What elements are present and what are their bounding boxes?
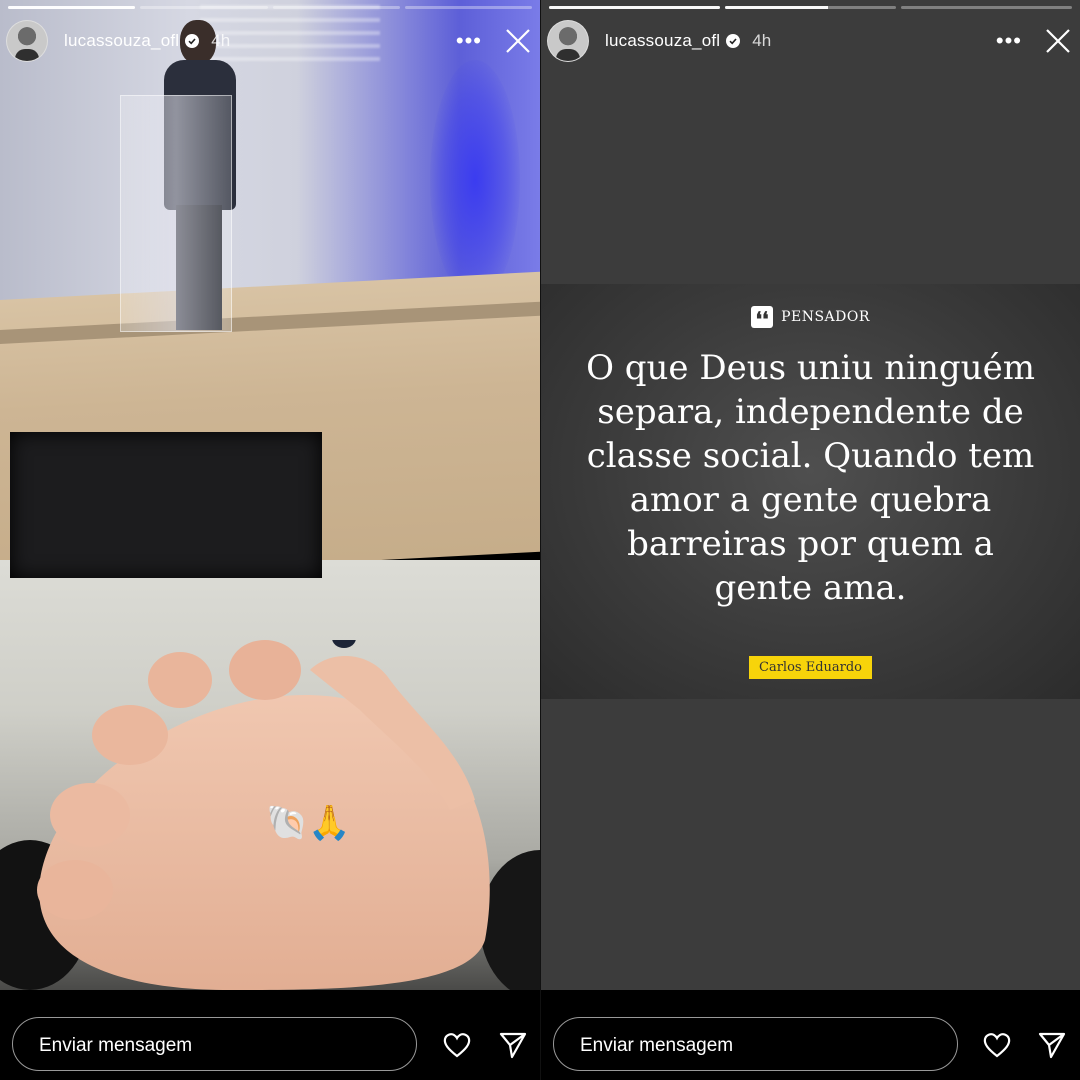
quote-line: O que Deus uniu ninguém — [586, 348, 1035, 388]
post-time: 4h — [752, 31, 772, 50]
progress-segment — [272, 6, 400, 9]
progress-segment — [725, 6, 896, 9]
speaker-box — [10, 432, 322, 578]
avatar[interactable] — [6, 20, 48, 62]
story-header: lucassouza_ofl 4h ••• — [547, 18, 1072, 64]
progress-fill — [8, 6, 136, 9]
message-input[interactable]: Enviar mensagem — [553, 1017, 958, 1071]
quote-line: separa, independente de — [597, 392, 1024, 432]
message-placeholder: Enviar mensagem — [580, 1035, 734, 1056]
quote-line: amor a gente quebra — [629, 480, 992, 520]
avatar[interactable] — [547, 20, 589, 62]
heart-icon[interactable] — [442, 1030, 472, 1060]
progress-segment — [140, 6, 268, 9]
quote-line: gente ama. — [714, 568, 907, 608]
progress-segment — [549, 6, 720, 9]
story-footer: Enviar mensagem — [541, 990, 1080, 1080]
username[interactable]: lucassouza_ofl — [605, 31, 720, 51]
more-options-icon[interactable]: ••• — [996, 30, 1022, 52]
quote-author: Carlos Eduardo — [749, 656, 872, 679]
quote-card: ❛❛ PENSADOR O que Deus uniu ninguém sepa… — [541, 284, 1080, 699]
heart-icon[interactable] — [982, 1030, 1012, 1060]
sticker-emojis[interactable]: 🐚🙏 — [266, 806, 351, 840]
verified-badge-icon — [726, 34, 741, 48]
post-time: 4h — [211, 31, 231, 50]
progress-segment — [901, 6, 1072, 9]
story-right[interactable]: ❛❛ PENSADOR O que Deus uniu ninguém sepa… — [541, 0, 1080, 1080]
brand-name: PENSADOR — [781, 309, 870, 325]
blue-light — [430, 60, 520, 300]
quote-brand: ❛❛ PENSADOR — [541, 306, 1080, 328]
send-icon[interactable] — [498, 1030, 528, 1060]
quote-line: classe social. Quando tem — [586, 436, 1035, 476]
close-icon[interactable] — [1044, 27, 1072, 55]
story-progress — [549, 6, 1072, 9]
story-photo: 🐚🙏 — [0, 0, 540, 1000]
message-placeholder: Enviar mensagem — [39, 1035, 193, 1056]
progress-segment — [404, 6, 532, 9]
send-icon[interactable] — [1037, 1030, 1067, 1060]
quote-text: O que Deus uniu ninguém separa, independ… — [541, 346, 1080, 610]
story-footer: Enviar mensagem — [0, 990, 540, 1080]
pulpit — [120, 95, 232, 332]
verified-badge-icon — [185, 34, 200, 48]
story-header: lucassouza_ofl 4h ••• — [6, 18, 532, 64]
story-left[interactable]: 🐚🙏 lucassouza_ofl 4h ••• Enviar mensagem — [0, 0, 540, 1080]
close-icon[interactable] — [504, 27, 532, 55]
pensador-logo-icon: ❛❛ — [751, 306, 774, 328]
quote-line: barreiras por quem a — [627, 524, 994, 564]
username[interactable]: lucassouza_ofl — [64, 31, 179, 51]
progress-fill — [725, 6, 828, 9]
more-options-icon[interactable]: ••• — [456, 30, 482, 52]
story-progress — [8, 6, 532, 9]
message-input[interactable]: Enviar mensagem — [12, 1017, 417, 1071]
progress-fill — [549, 6, 720, 9]
author-wrap: Carlos Eduardo — [541, 656, 1080, 679]
progress-segment — [8, 6, 136, 9]
